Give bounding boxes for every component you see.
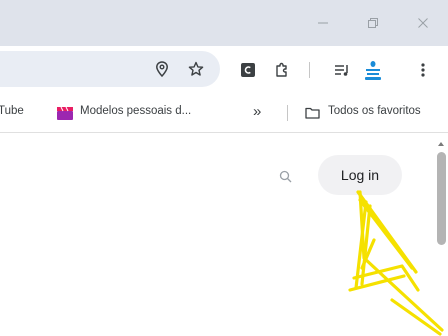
bookmark-star-button[interactable]: [186, 59, 206, 79]
clapperboard-icon: [57, 106, 73, 120]
location-pin-button[interactable]: [152, 59, 172, 79]
minimize-button[interactable]: [308, 10, 338, 36]
close-icon: [418, 18, 428, 28]
bookmarks-overflow-button[interactable]: »: [253, 103, 261, 120]
media-queue-icon: [335, 65, 348, 76]
location-pin-icon: [156, 61, 168, 77]
bookmarks-divider: [287, 105, 288, 121]
all-bookmarks-folder[interactable]: [304, 106, 320, 120]
scroll-up-button[interactable]: [436, 136, 446, 146]
title-bar: [0, 0, 448, 46]
minimize-icon: [318, 22, 328, 24]
bookmark-item-youtube[interactable]: Tube: [0, 105, 24, 117]
media-queue-button[interactable]: [332, 60, 352, 80]
extension-c-button[interactable]: [239, 61, 257, 79]
bookmark-icon-holder: [57, 106, 73, 120]
triangle-up-icon: [438, 142, 444, 146]
all-bookmarks-label[interactable]: Todos os favoritos: [328, 105, 421, 117]
search-icon: [279, 170, 291, 182]
star-icon: [188, 61, 204, 76]
extensions-button[interactable]: [272, 60, 292, 80]
menu-kebab-icon: [421, 63, 425, 77]
close-button[interactable]: [408, 10, 438, 36]
search-button[interactable]: [277, 168, 293, 184]
browser-toolbar: [0, 46, 448, 94]
restore-button[interactable]: [358, 10, 388, 36]
toolbar-divider: [309, 62, 310, 78]
extension-c-icon: [241, 63, 255, 77]
puzzle-icon: [276, 62, 287, 77]
folder-icon: [304, 107, 320, 119]
yellow-arrow-annotation: [348, 190, 444, 336]
profile-button[interactable]: [362, 58, 384, 82]
menu-button[interactable]: [416, 60, 430, 80]
address-bar[interactable]: [0, 51, 220, 87]
bookmark-item-modelos[interactable]: Modelos pessoais d...: [80, 105, 191, 117]
restore-icon: [368, 18, 378, 28]
profile-avatar-icon: [365, 61, 381, 80]
bookmarks-bar: Tube Modelos pessoais d... » Todos os fa…: [0, 94, 448, 133]
